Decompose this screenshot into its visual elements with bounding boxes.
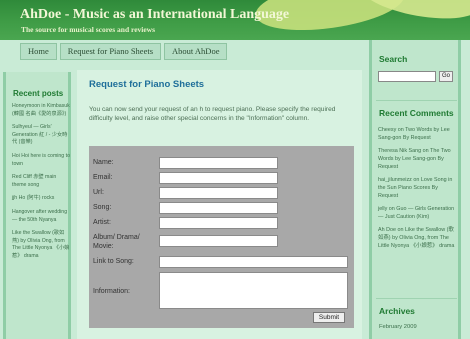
artist-label: Artist: [93,219,111,226]
name-label: Name: [93,159,114,166]
artist-field[interactable] [159,217,278,229]
tab-home[interactable]: Home [20,43,57,60]
information-textarea[interactable] [159,272,348,309]
archive-link[interactable]: February 2009 [379,324,417,330]
url-field[interactable] [159,187,278,199]
recent-comment[interactable]: jelly on Guo — Girls Generation — Just C… [378,205,458,221]
recent-comments-list: Cheesy on Two Words by Lee Sang-gon By R… [378,126,458,255]
site-tagline: The source for musical scores and review… [21,25,156,34]
search-go-button[interactable]: Go [439,71,453,82]
tab-request-piano-sheets[interactable]: Request for Piano Sheets [59,43,162,60]
email-field[interactable] [159,172,278,184]
recent-post-link[interactable]: Honeymoon in Kimbasuk (韓國 名曲《愛的泉源》) [12,103,70,118]
email-label: Email: [93,174,113,181]
submit-button[interactable]: Submit [313,312,345,323]
sidebar-divider [376,298,457,299]
url-label: Url: [93,189,104,196]
name-field[interactable] [159,157,278,169]
right-sidebar: Search Go Recent Comments Cheesy on Two … [369,40,461,339]
search-heading: Search [379,54,408,64]
recent-post-link[interactable]: Red Cliff 赤壁 main theme song [12,174,70,189]
information-label: Information: [93,288,130,295]
left-sidebar: Recent posts Honeymoon in Kimbasuk (韓國 名… [3,72,71,339]
recent-comment[interactable]: Ah Doe on Like the Swallow (歌如燕) by Oliv… [378,226,458,250]
archives-heading: Archives [379,306,415,316]
request-form: Name: Email: Url: Song: Artist: Album/ D… [89,146,354,328]
page-title: Request for Piano Sheets [89,79,205,90]
recent-posts-heading: Recent posts [13,89,64,98]
main-nav: Home Request for Piano Sheets About AhDo… [20,43,228,60]
link-to-song-field[interactable] [159,256,348,268]
site-title[interactable]: AhDoe - Music as an International Langua… [20,7,289,23]
song-field[interactable] [159,202,278,214]
recent-comment[interactable]: Theresa Nik Sang on The Two Words by Lee… [378,147,458,171]
sidebar-divider [376,100,457,101]
recent-comment[interactable]: Cheesy on Two Words by Lee Sang-gon By R… [378,126,458,142]
tab-about[interactable]: About AhDoe [164,43,228,60]
recent-comment[interactable]: hai_jilunmeizz on Love Song in the Sun P… [378,176,458,200]
recent-post-link[interactable]: Like the Swallow (歌如燕) by Olivia Ong, fr… [12,230,70,260]
album-field[interactable] [159,235,278,247]
link-label: Link to Song: [93,258,134,265]
intro-text: You can now send your request of an h to… [89,106,336,123]
album-label: Album/ Drama/ Movie: [93,234,140,250]
search-input[interactable] [378,71,436,82]
recent-comments-heading: Recent Comments [379,108,454,118]
recent-post-link[interactable]: jjh Ho (阿牛) rocks [12,195,70,203]
recent-post-link[interactable]: Hangover after wedding — the 50th Nyanya [12,209,70,224]
site-header: AhDoe - Music as an International Langua… [0,0,470,40]
song-label: Song: [93,204,112,211]
recent-post-link[interactable]: Sulhyeul — Girls' Generation 紅 / - 少女時代 … [12,124,70,147]
recent-posts-list: Honeymoon in Kimbasuk (韓國 名曲《愛的泉源》) Sulh… [6,98,70,261]
recent-post-link[interactable]: Hoi Hoi here is coming to town [12,153,70,168]
